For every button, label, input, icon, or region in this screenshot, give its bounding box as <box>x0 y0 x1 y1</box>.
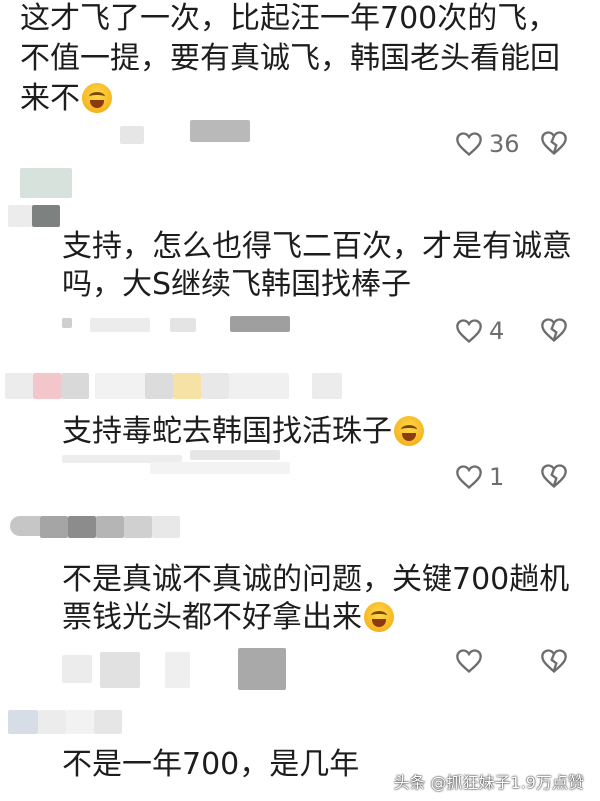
blurred-name <box>66 710 94 734</box>
blurred-meta <box>120 126 144 144</box>
blurred-meta <box>90 318 150 332</box>
blurred-name <box>94 710 122 734</box>
blurred-avatar <box>8 205 32 227</box>
heart-icon[interactable] <box>455 648 483 674</box>
like-count: 4 <box>489 317 505 345</box>
comment-1-line-1: 这才飞了一次，比起汪一年700次的飞， <box>20 1 558 36</box>
blurred-name <box>95 373 145 399</box>
blurred-meta <box>165 652 190 688</box>
blurred-name <box>40 516 68 538</box>
blurred-meta <box>238 648 286 690</box>
blurred-name <box>38 710 66 734</box>
blurred-name <box>96 516 124 538</box>
blurred-meta <box>62 318 72 328</box>
blurred-name <box>201 373 229 399</box>
broken-heart-icon[interactable] <box>540 317 568 343</box>
comment-4-line-2: 票钱光头都不好拿出来 <box>62 601 394 635</box>
blurred-name <box>61 373 89 399</box>
comment-3-line-1-text: 支持毒蛇去韩国找活珠子 <box>62 414 392 449</box>
comment-1-actions: 36 <box>455 130 520 158</box>
blurred-name <box>173 373 201 399</box>
laugh-cry-emoji-icon <box>364 602 394 632</box>
comment-1-line-3: 来不 <box>20 82 112 116</box>
blurred-avatar <box>33 373 61 399</box>
comment-1-line-3-text: 来不 <box>20 81 80 116</box>
comment-1-line-2: 不值一提，要有真诚飞，韩国老头看能回 <box>20 41 560 76</box>
broken-heart-icon[interactable] <box>540 463 568 489</box>
broken-heart-icon[interactable] <box>540 130 568 156</box>
blurred-avatar <box>20 168 72 198</box>
comment-4-line-1: 不是真诚不真诚的问题，关键700趟机 <box>62 562 570 597</box>
blurred-avatar <box>32 205 60 227</box>
blurred-avatar <box>10 516 40 536</box>
broken-heart-icon[interactable] <box>540 648 568 674</box>
blurred-name <box>145 373 173 399</box>
blurred-name <box>229 373 289 399</box>
blurred-meta <box>230 316 290 332</box>
laugh-cry-emoji-icon <box>394 416 424 446</box>
watermark: 头条 @抓狂妹子1.9万点赞 <box>393 773 584 792</box>
laugh-cry-emoji-icon <box>82 83 112 113</box>
comment-3-line-1: 支持毒蛇去韩国找活珠子 <box>62 415 424 449</box>
comment-2-actions: 4 <box>455 317 504 345</box>
comment-2-line-2: 吗，大S继续飞韩国找棒子 <box>62 267 412 302</box>
like-count: 1 <box>489 463 505 491</box>
blurred-meta <box>190 120 250 142</box>
comment-2-line-1: 支持，怎么也得飞二百次，才是有诚意 <box>62 229 572 264</box>
comment-4-line-2-text: 票钱光头都不好拿出来 <box>62 600 362 635</box>
blurred-meta <box>170 318 196 332</box>
comment-3-actions: 1 <box>455 463 504 491</box>
blurred-meta <box>150 462 290 474</box>
blurred-name <box>68 516 96 538</box>
like-count: 36 <box>489 130 520 158</box>
comment-5-line-1: 不是一年700，是几年 <box>62 747 360 782</box>
blurred-meta <box>62 655 92 683</box>
blurred-avatar <box>5 373 33 399</box>
blurred-name <box>124 516 152 538</box>
blurred-name <box>312 373 342 399</box>
heart-icon[interactable] <box>455 131 483 157</box>
heart-icon[interactable] <box>455 318 483 344</box>
blurred-meta <box>190 450 280 460</box>
blurred-name <box>152 516 180 538</box>
heart-icon[interactable] <box>455 464 483 490</box>
blurred-meta <box>100 652 140 688</box>
comment-4-actions <box>455 648 489 674</box>
blurred-avatar <box>8 710 38 734</box>
